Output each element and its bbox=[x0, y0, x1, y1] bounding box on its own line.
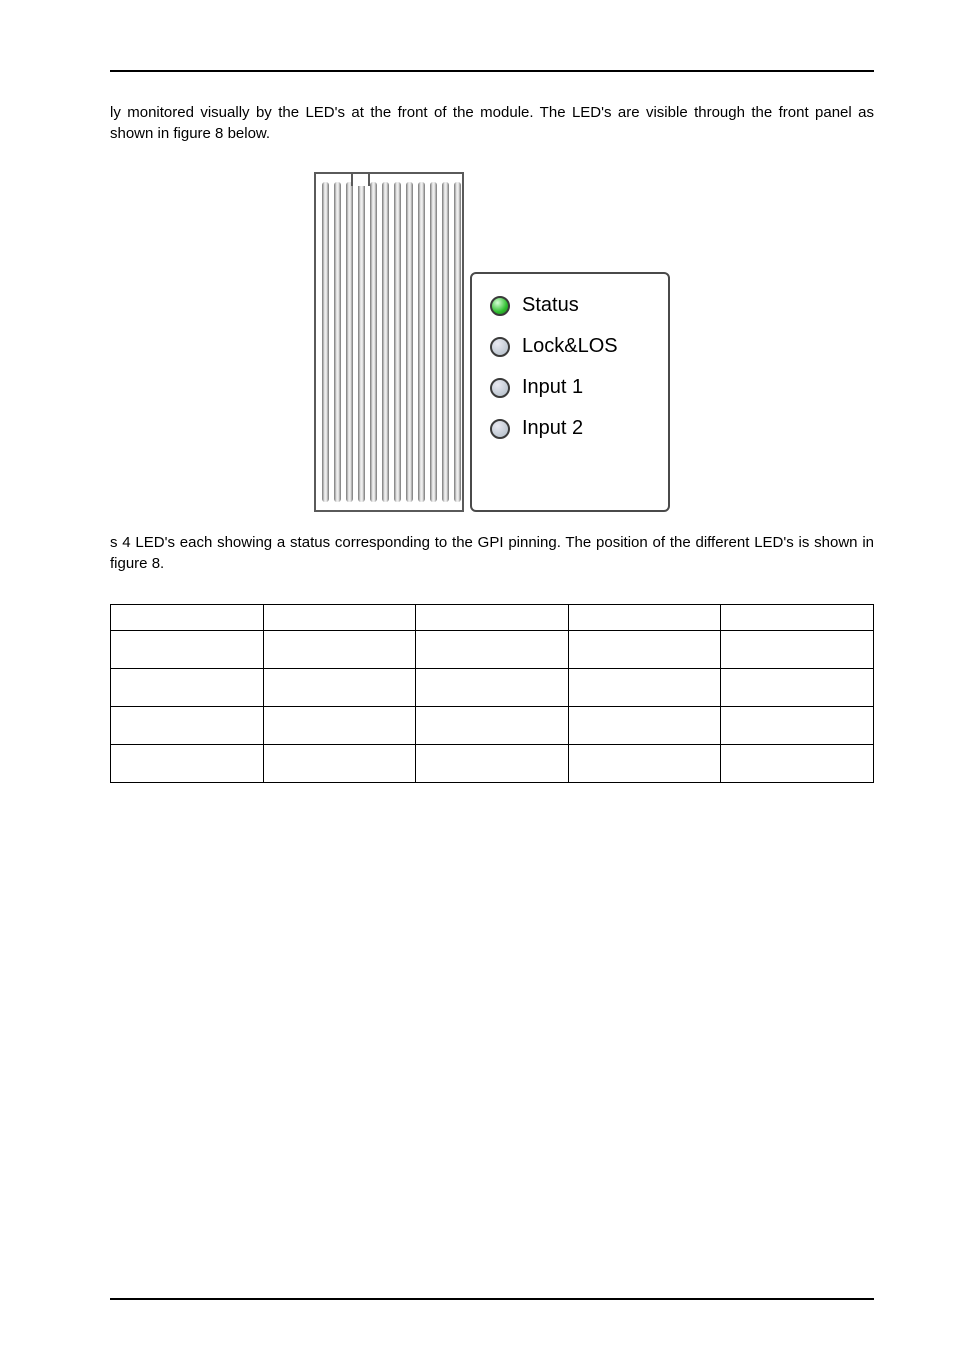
table-cell bbox=[111, 631, 264, 669]
table-cell bbox=[111, 745, 264, 783]
table-cell bbox=[568, 669, 721, 707]
table-cell bbox=[263, 707, 416, 745]
bar bbox=[382, 182, 389, 502]
bar bbox=[406, 182, 413, 502]
led-row-status: Status bbox=[490, 294, 668, 317]
figure-8: Status Lock&LOS Input 1 Input 2 bbox=[110, 172, 874, 512]
table-header-cell bbox=[568, 605, 721, 631]
table-cell bbox=[111, 707, 264, 745]
table-header-cell bbox=[721, 605, 874, 631]
led-row-input2: Input 2 bbox=[490, 417, 668, 440]
led-lock-icon bbox=[490, 337, 510, 357]
led-status-label: Status bbox=[522, 294, 579, 317]
table-cell bbox=[263, 745, 416, 783]
footer-rule bbox=[110, 1298, 874, 1300]
table-row bbox=[111, 707, 874, 745]
table-row bbox=[111, 745, 874, 783]
bar bbox=[322, 182, 329, 502]
table-cell bbox=[111, 669, 264, 707]
spacer bbox=[110, 783, 874, 1278]
bar bbox=[442, 182, 449, 502]
bar bbox=[334, 182, 341, 502]
table-cell bbox=[568, 707, 721, 745]
bar bbox=[418, 182, 425, 502]
led-input1-icon bbox=[490, 378, 510, 398]
table-cell bbox=[263, 669, 416, 707]
table-cell bbox=[416, 631, 569, 669]
led-row-input1: Input 1 bbox=[490, 376, 668, 399]
table-cell bbox=[416, 669, 569, 707]
table-cell bbox=[568, 631, 721, 669]
module-bars bbox=[322, 182, 461, 502]
header-rule bbox=[110, 70, 874, 72]
bar bbox=[394, 182, 401, 502]
table-header-cell bbox=[111, 605, 264, 631]
led-label-box: Status Lock&LOS Input 1 Input 2 bbox=[470, 272, 670, 512]
table-cell bbox=[416, 707, 569, 745]
table-cell bbox=[416, 745, 569, 783]
table-cell bbox=[568, 745, 721, 783]
bar bbox=[454, 182, 461, 502]
led-lock-label: Lock&LOS bbox=[522, 335, 618, 358]
led-input2-label: Input 2 bbox=[522, 417, 583, 440]
table-cell bbox=[721, 631, 874, 669]
paragraph-1: ly monitored visually by the LED's at th… bbox=[110, 102, 874, 144]
table-row bbox=[111, 669, 874, 707]
table-cell bbox=[721, 669, 874, 707]
led-row-lock: Lock&LOS bbox=[490, 335, 668, 358]
table-cell bbox=[721, 707, 874, 745]
table-cell bbox=[263, 631, 416, 669]
table-row bbox=[111, 631, 874, 669]
paragraph-2: s 4 LED's each showing a status correspo… bbox=[110, 532, 874, 574]
table-header-cell bbox=[416, 605, 569, 631]
table-header-row bbox=[111, 605, 874, 631]
bar bbox=[370, 182, 377, 502]
bar bbox=[430, 182, 437, 502]
bar bbox=[346, 182, 353, 502]
page: ly monitored visually by the LED's at th… bbox=[0, 0, 954, 1350]
led-input2-icon bbox=[490, 419, 510, 439]
led-status-icon bbox=[490, 296, 510, 316]
table-header-cell bbox=[263, 605, 416, 631]
led-input1-label: Input 1 bbox=[522, 376, 583, 399]
module-front bbox=[314, 172, 464, 512]
figure-inner: Status Lock&LOS Input 1 Input 2 bbox=[314, 172, 670, 512]
status-table bbox=[110, 604, 874, 783]
table-cell bbox=[721, 745, 874, 783]
bar bbox=[358, 182, 365, 502]
